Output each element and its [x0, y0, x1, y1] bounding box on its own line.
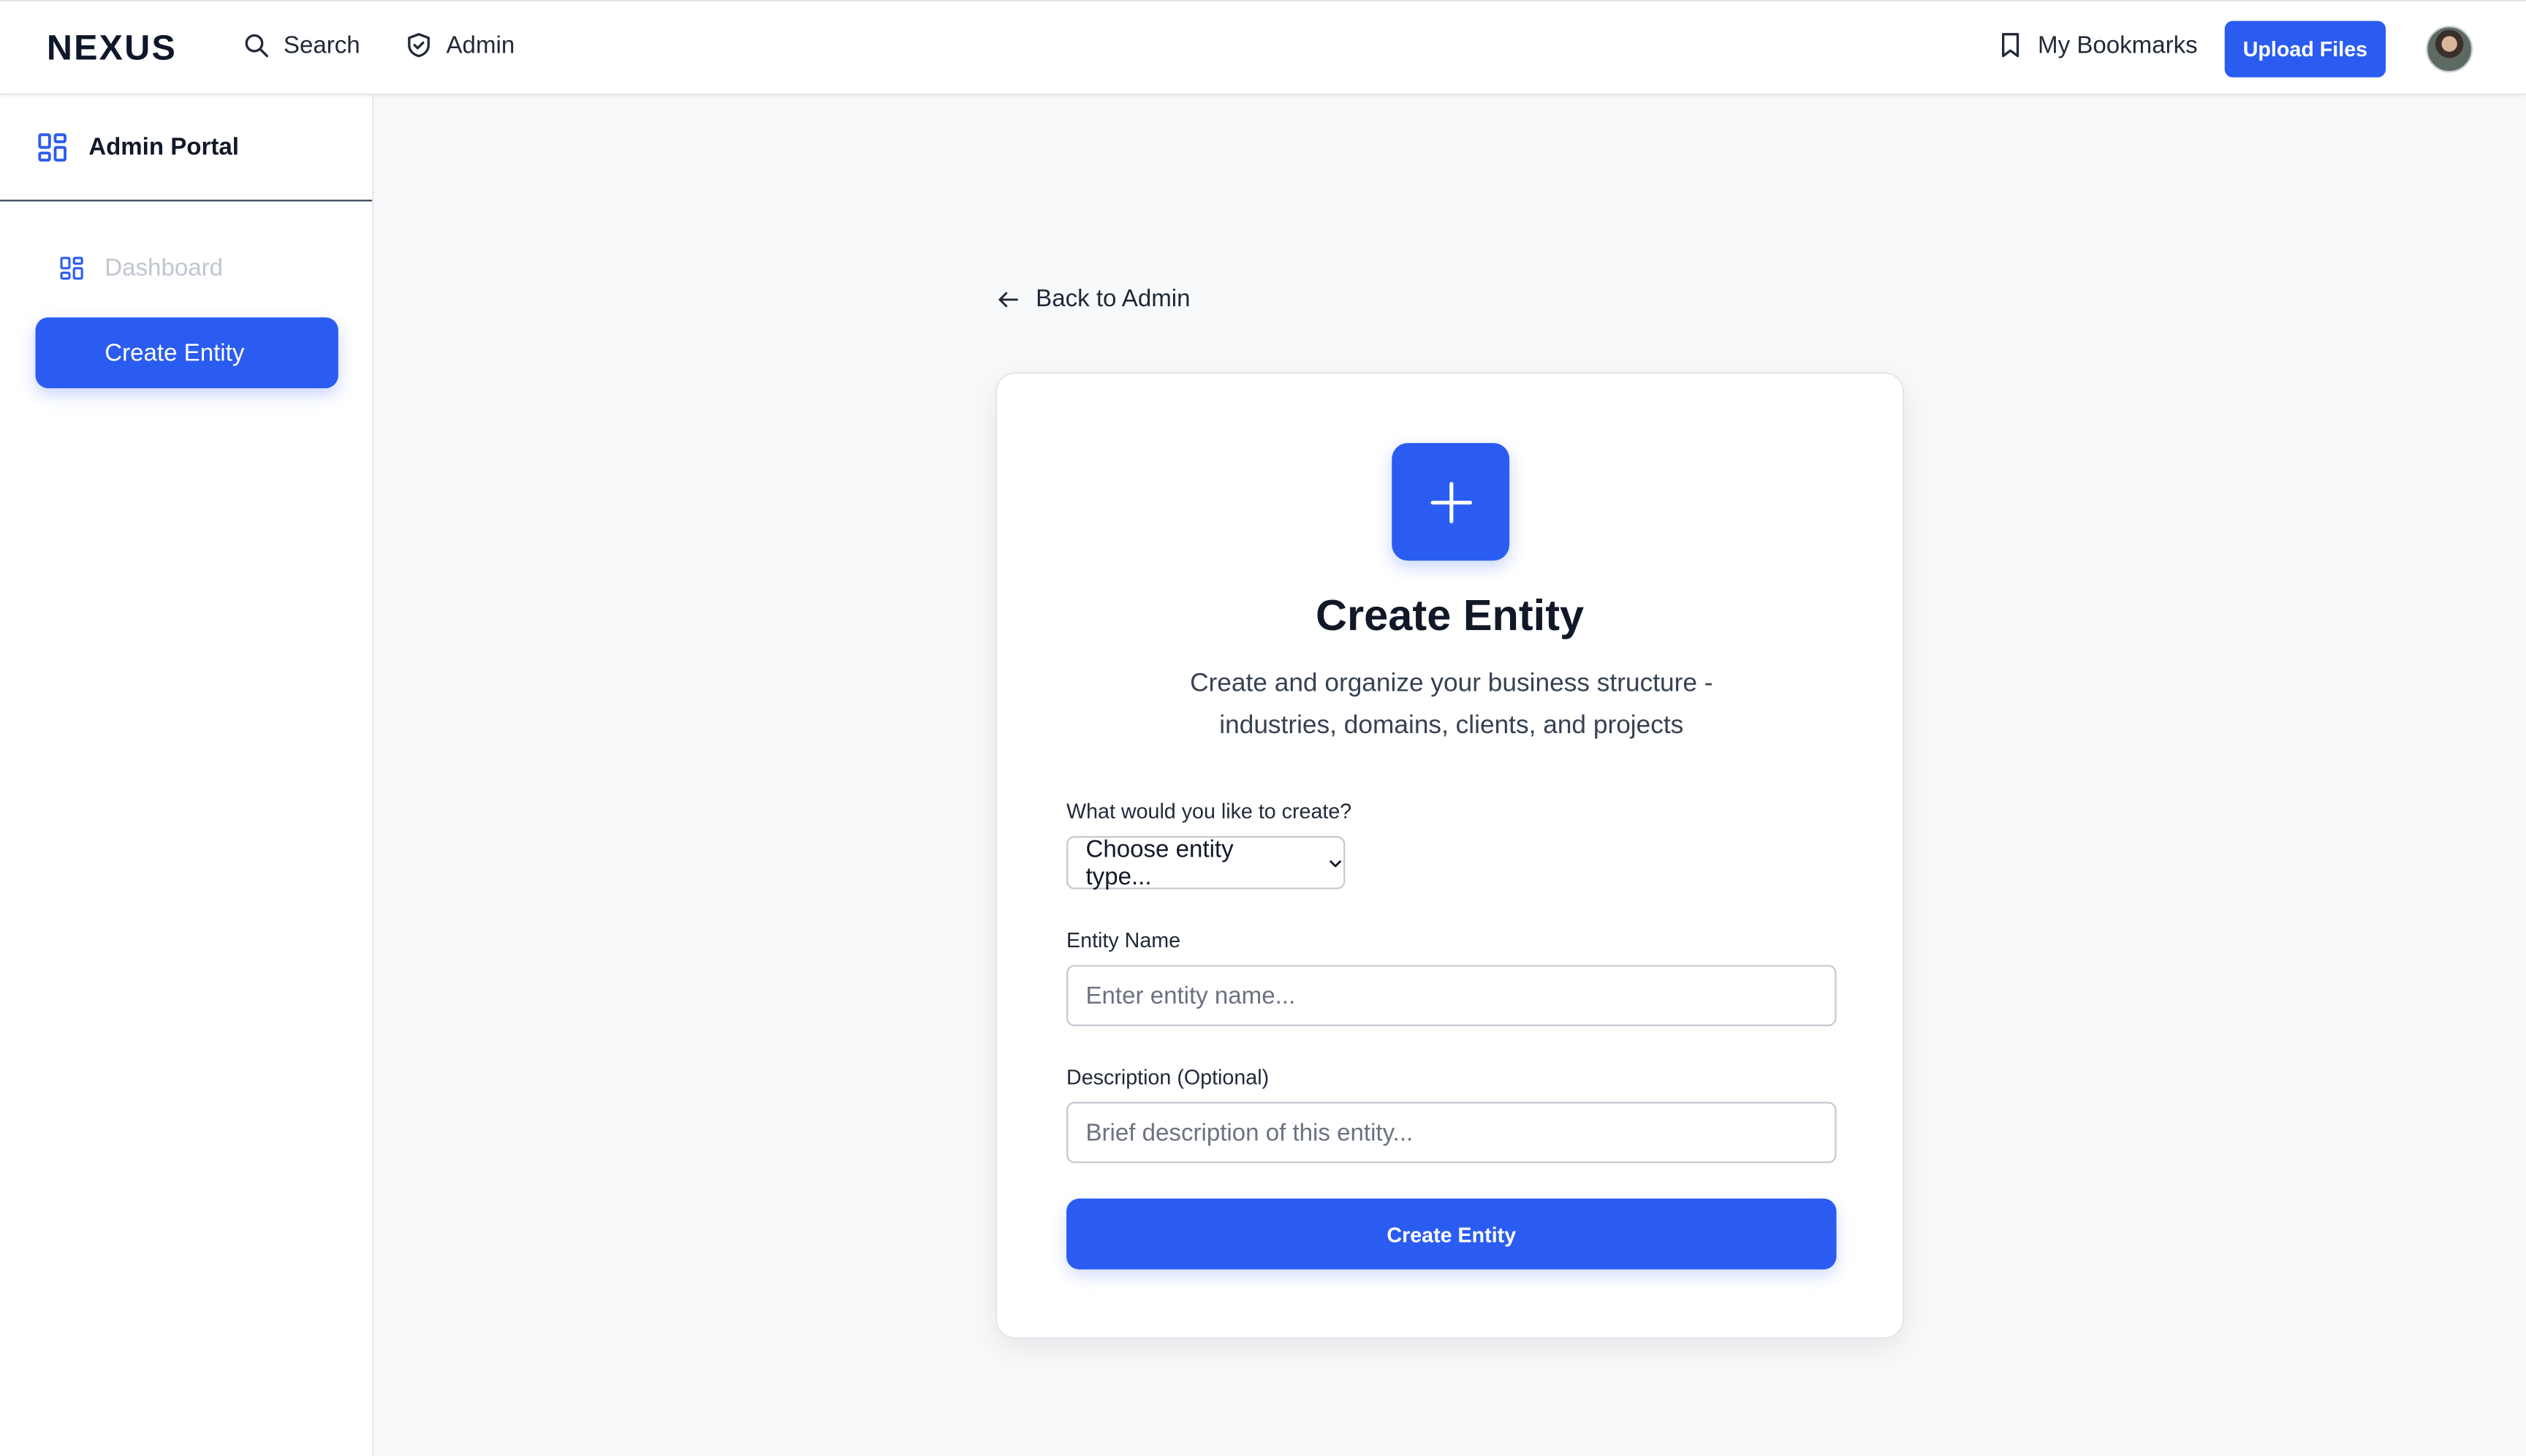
arrow-left-icon [998, 291, 1018, 307]
upload-files-button[interactable]: Upload Files [2224, 20, 2386, 77]
plus-icon [1430, 481, 1471, 523]
dashboard-icon [38, 133, 67, 162]
back-to-admin-link[interactable]: Back to Admin [995, 285, 1191, 313]
entity-type-value: Choose entity type... [1085, 835, 1234, 890]
card-plus-badge [1392, 443, 1510, 561]
search-icon [245, 34, 268, 58]
bookmark-icon [2002, 33, 2019, 58]
entity-type-select[interactable]: Choose entity type... [1066, 835, 1346, 890]
shield-icon [408, 33, 430, 58]
sidebar-item-create-entity[interactable]: Create Entity [35, 317, 338, 389]
sidebar-item-label: Dashboard [105, 254, 224, 282]
page-subtitle: Create and organize your business struct… [1190, 670, 1713, 740]
description-label: Description (Optional) [1066, 1064, 1270, 1089]
page-title: Create Entity [1316, 591, 1585, 640]
brand-logo[interactable]: NEXUS [47, 27, 177, 69]
nav-search-label: Search [283, 31, 360, 59]
sidebar-item-dashboard[interactable]: Dashboard [58, 254, 224, 282]
entity-name-input[interactable] [1066, 965, 1837, 1026]
sidebar-title: Admin Portal [88, 133, 239, 162]
nav-admin[interactable]: Admin [404, 31, 515, 60]
nav-search[interactable]: Search [242, 31, 360, 60]
avatar[interactable] [2426, 26, 2473, 73]
entity-type-label: What would you like to create? [1066, 799, 1352, 824]
create-entity-card: Create Entity Create and organize your b… [995, 372, 1905, 1339]
my-bookmarks-link[interactable]: My Bookmarks [1996, 31, 2198, 60]
description-input[interactable] [1066, 1102, 1837, 1164]
entity-name-label: Entity Name [1066, 928, 1181, 952]
create-entity-button[interactable]: Create Entity [1066, 1198, 1837, 1270]
back-to-admin-label: Back to Admin [1036, 285, 1191, 313]
sidebar: Admin Portal Dashboard Create Entity [0, 95, 374, 1456]
dashboard-icon [60, 257, 83, 280]
nav-admin-label: Admin [446, 31, 515, 59]
my-bookmarks-label: My Bookmarks [2038, 31, 2198, 59]
top-navbar: NEXUS Search Admin My Bookmarks Upload F… [0, 0, 2526, 96]
sidebar-header: Admin Portal [0, 95, 373, 202]
chevron-down-icon [1330, 860, 1341, 867]
